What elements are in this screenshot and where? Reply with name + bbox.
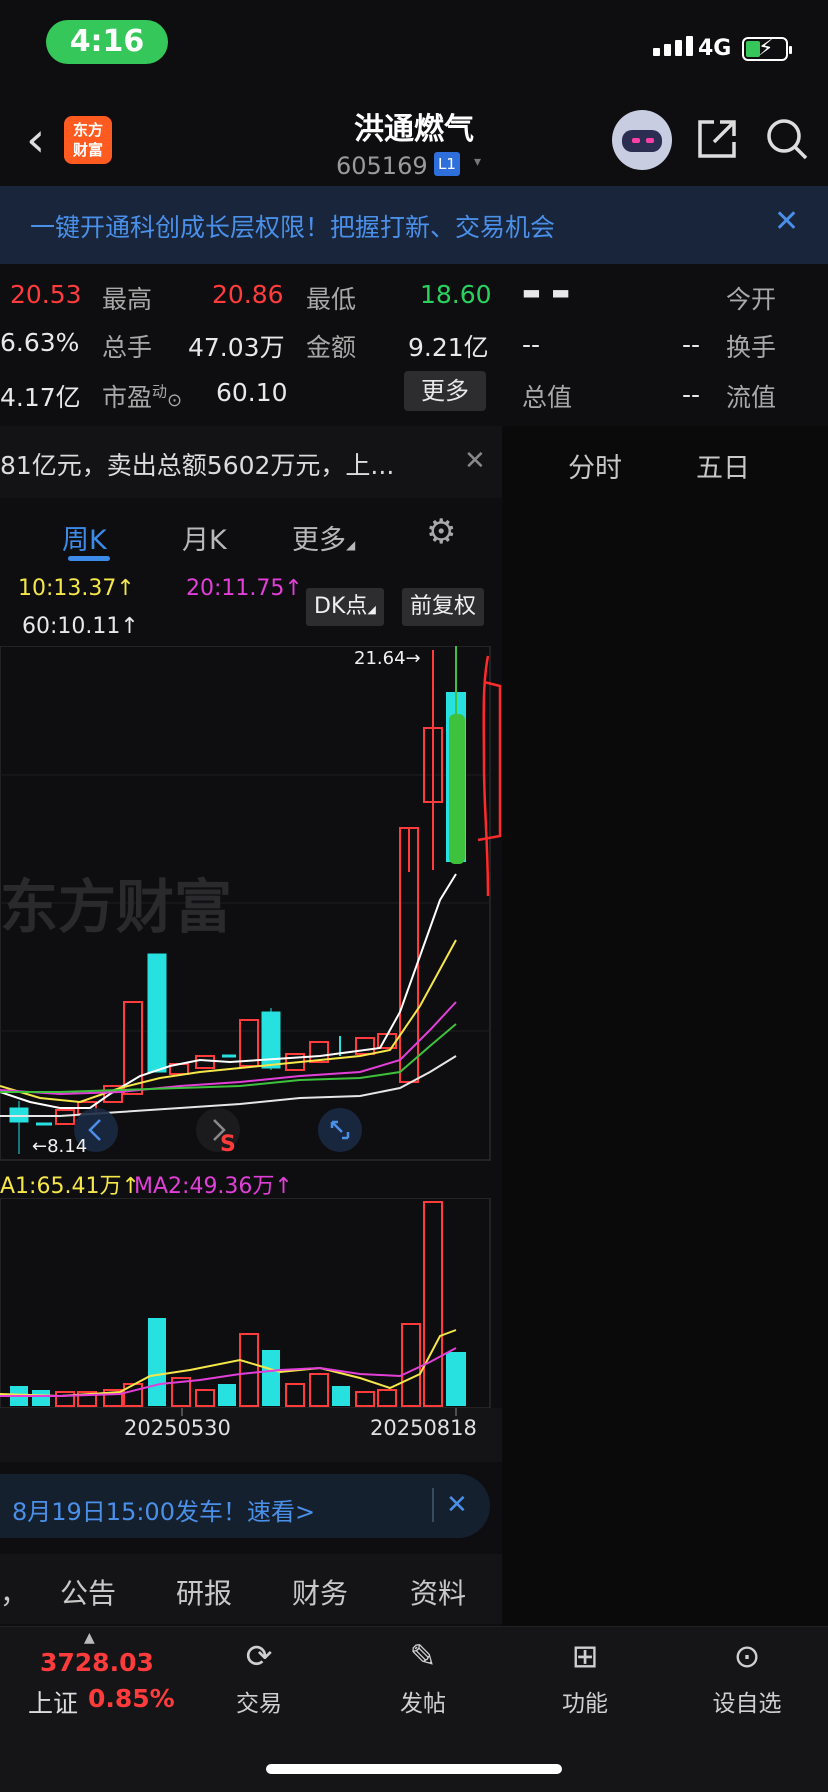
date-tick-1: 20250530 xyxy=(124,1416,231,1440)
robot-assistant-icon[interactable] xyxy=(612,110,672,170)
signal-icon xyxy=(653,36,693,56)
date-tick-2: 20250818 xyxy=(370,1416,477,1440)
quote-price: 20.53 xyxy=(10,280,82,309)
high-mark: 21.64→ xyxy=(354,648,421,669)
label-amount: 金额 xyxy=(306,333,357,362)
status-time: 4:16 xyxy=(46,20,168,64)
news-text[interactable]: 81亿元，卖出总额5602万元，上... xyxy=(0,446,394,482)
value-d2: -- xyxy=(682,330,701,359)
watchlist-button[interactable]: ⊙ 设自选 xyxy=(692,1634,802,1718)
value-volume: 47.03万 xyxy=(188,333,285,362)
ma20-label: 20:11.75↑ xyxy=(186,576,303,601)
ma60-label: 60:10.11↑ xyxy=(22,614,139,639)
promo-banner-text[interactable]: 一键开通科创成长层权限！把握打新、交易机会 xyxy=(30,208,555,244)
search-icon[interactable] xyxy=(764,116,810,162)
trade-icon: ⟳ xyxy=(245,1637,273,1675)
stock-code: 605169 xyxy=(336,152,428,180)
watchlist-label: 设自选 xyxy=(712,1691,782,1717)
tab-financials[interactable]: 财务 xyxy=(292,1572,348,1612)
home-indicator[interactable] xyxy=(266,1764,562,1774)
value-d1: -- xyxy=(522,330,541,359)
network-type: 4G xyxy=(698,36,732,61)
close-icon[interactable]: ✕ xyxy=(464,446,486,476)
label-pe-sup: 动 xyxy=(152,382,168,401)
value-amount: 9.21亿 xyxy=(408,333,489,362)
tab-intraday[interactable]: 分时 xyxy=(568,446,622,485)
label-high: 最高 xyxy=(102,285,153,314)
label-total-cap: 总值 xyxy=(522,383,573,412)
close-icon[interactable]: ✕ xyxy=(446,1490,468,1520)
gear-icon[interactable]: ⚙ xyxy=(426,512,456,552)
sell-mark: S xyxy=(220,1132,236,1157)
label-volume: 总手 xyxy=(102,333,153,362)
battery-icon: ⚡ xyxy=(742,36,792,61)
label-low: 最低 xyxy=(306,285,357,314)
watermark: 东方财富 xyxy=(0,873,233,941)
value-pe: 60.10 xyxy=(216,378,288,407)
caret-icon: ◢ xyxy=(346,538,356,552)
tab-underline xyxy=(68,556,110,561)
post-icon: ✎ xyxy=(409,1637,437,1675)
label-turnover: 换手 xyxy=(726,333,777,362)
chevron-down-icon[interactable]: ▾ xyxy=(474,154,481,170)
quote-cap: 4.17亿 xyxy=(0,383,81,412)
ma10-label: 10:13.37↑ xyxy=(18,576,135,601)
tab-partial[interactable]: ， xyxy=(0,1572,28,1612)
tab-more[interactable]: 更多◢ xyxy=(292,518,355,557)
level-badge[interactable]: L1 xyxy=(434,152,460,176)
post-label: 发帖 xyxy=(400,1691,446,1717)
vol-ma2-label: MA2:49.36万↑ xyxy=(134,1174,293,1199)
tab-research[interactable]: 研报 xyxy=(176,1572,232,1612)
function-label: 功能 xyxy=(562,1691,608,1717)
notice-text[interactable]: 8月19日15:00发车！速看> xyxy=(12,1492,315,1527)
tab-week-k[interactable]: 周K xyxy=(62,518,107,557)
index-value[interactable]: 3728.03 xyxy=(40,1648,154,1677)
dk-point-button[interactable]: DK点◢ xyxy=(306,588,384,626)
value-high: 20.86 xyxy=(212,280,284,309)
label-float-cap: 流值 xyxy=(726,383,777,412)
function-button[interactable]: ⊞ 功能 xyxy=(530,1634,640,1718)
post-button[interactable]: ✎ 发帖 xyxy=(368,1634,478,1718)
value-d3: -- xyxy=(682,380,701,409)
more-button[interactable]: 更多 xyxy=(404,371,486,411)
right-panel xyxy=(502,426,828,1626)
function-icon: ⊞ xyxy=(571,1637,599,1675)
close-icon[interactable]: ✕ xyxy=(774,204,799,239)
trade-button[interactable]: ⟳ 交易 xyxy=(204,1634,314,1718)
divider xyxy=(432,1488,434,1522)
share-icon[interactable] xyxy=(694,116,740,162)
info-icon[interactable]: ⊙ xyxy=(167,390,182,411)
watchlist-icon: ⊙ xyxy=(733,1637,761,1675)
value-low: 18.60 xyxy=(420,280,492,309)
quote-change: 6.63% xyxy=(0,328,80,357)
tab-profile[interactable]: 资料 xyxy=(410,1572,466,1612)
label-open: 今开 xyxy=(726,285,777,314)
label-pe: 市盈动⊙ xyxy=(102,382,183,412)
tab-month-k[interactable]: 月K xyxy=(182,518,227,557)
value-dash: ▬ ▬ xyxy=(522,280,573,304)
caret-up-icon: ▲ xyxy=(84,1630,95,1646)
index-change[interactable]: 0.85% xyxy=(88,1684,175,1713)
tab-announcements[interactable]: 公告 xyxy=(60,1572,116,1612)
tab-five-day[interactable]: 五日 xyxy=(696,446,750,485)
adjust-button[interactable]: 前复权 xyxy=(402,588,485,626)
low-mark: ←8.14 xyxy=(32,1136,88,1157)
vol-ma1-label: A1:65.41万↑ xyxy=(0,1174,140,1199)
trade-label: 交易 xyxy=(236,1691,282,1717)
index-name[interactable]: 上证 xyxy=(28,1684,78,1720)
